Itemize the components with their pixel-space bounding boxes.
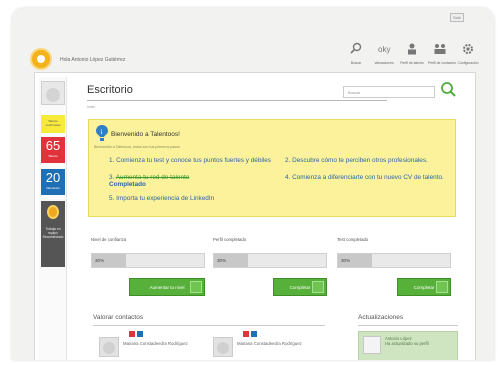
search-icon[interactable] — [440, 81, 456, 99]
step-3[interactable]: 3. Aumenta tu red de talento Completado — [109, 174, 277, 189]
main-nav: Buscar oky Valoraciones Perfil de talent… — [344, 42, 480, 65]
svg-text:i: i — [101, 128, 103, 136]
thumbs-up-icon: oky — [378, 45, 390, 54]
nav-search[interactable]: Buscar — [344, 42, 368, 65]
info-icon: i — [96, 125, 108, 141]
rate-blue-icon[interactable] — [137, 331, 143, 337]
contacts-divider — [93, 325, 325, 326]
progress-test: 30% — [337, 253, 451, 268]
stat-label-profile: Perfil completado — [213, 237, 247, 242]
talent-score-label: Talento — [48, 154, 58, 158]
title-divider — [87, 100, 387, 101]
progress-fill: 30% — [92, 254, 126, 267]
progress-profile: 30% — [213, 253, 327, 268]
increase-level-button[interactable]: Aumentar tu nivel — [129, 278, 205, 296]
complete-test-button[interactable]: Completar — [397, 278, 451, 296]
rate-red-icon[interactable] — [129, 331, 135, 337]
updates-title: Actualizaciones — [358, 314, 404, 321]
rate-red-icon[interactable] — [243, 331, 249, 337]
edit-icon — [436, 281, 448, 293]
contacts-title: Valorar contactos — [93, 314, 144, 321]
rating-value: 20 — [45, 170, 61, 185]
nav-perfil-contactos[interactable]: Perfil de contactos — [428, 42, 456, 65]
top-bar: Hola Antonio López Gutiérrez Buscar oky … — [12, 20, 494, 72]
progress-fill: 30% — [338, 254, 372, 267]
expand-icon — [190, 281, 202, 293]
contact-avatar — [213, 337, 233, 357]
rate-blue-icon[interactable] — [251, 331, 257, 337]
breadcrumb[interactable]: Inicio — [87, 105, 95, 109]
update-avatar — [363, 336, 381, 354]
svg-text:oky: oky — [378, 45, 390, 54]
talent-score-value: 65 — [45, 138, 61, 153]
update-message: Ha actualizado su perfil — [385, 341, 429, 347]
welcome-panel: i Bienvenido a Talentoos! Bienvenido a T… — [88, 119, 456, 217]
stat-label-test: Test completado — [337, 237, 369, 242]
gear-icon — [463, 44, 473, 54]
updates-divider — [358, 325, 458, 326]
badge-rating[interactable]: 20 Valoración — [41, 169, 65, 195]
step-5[interactable]: 5. Importa tu experiencia de LinkedIn — [109, 195, 359, 202]
profile-icon — [408, 43, 416, 55]
badge-teamwork[interactable]: Trabajo en equipo Recomendado — [41, 201, 65, 267]
update-text: Antonio López Ha actualizado su perfil — [385, 336, 429, 346]
badge-talent-confirmed[interactable]: Talento confirmado — [41, 115, 65, 133]
search-input[interactable]: Buscar — [343, 86, 435, 98]
page-title: Escritorio — [87, 84, 133, 96]
main-content: Escritorio Inicio Buscar i Bienvenido a … — [75, 73, 473, 360]
step-2[interactable]: 2. Descubre cómo te perciben otros profe… — [285, 157, 453, 164]
user-greeting: Hola Antonio López Gutiérrez — [60, 57, 126, 63]
progress-fill: 30% — [214, 254, 248, 267]
progress-confidence: 30% — [91, 253, 205, 268]
welcome-subtitle: Bienvenido a Talentoos, estos son tus pr… — [94, 145, 180, 149]
contact-card[interactable]: Mariana Constadeedra Rodríguez — [99, 331, 209, 360]
profile-sidebar: Talento confirmado 65 Talento 20 Valorac… — [39, 77, 67, 360]
nav-configuracion[interactable]: Configuración — [456, 42, 480, 65]
step-4[interactable]: 4. Comienza a diferenciarte con tu nuevo… — [285, 174, 453, 181]
step-1[interactable]: 1. Comienza tu test y conoce tus puntos … — [109, 157, 277, 164]
rating-label: Valoración — [46, 186, 60, 190]
teamwork-label: Trabajo en equipo Recomendado — [42, 227, 64, 239]
network-icon — [434, 44, 446, 54]
welcome-title: Bienvenido a Talentoos! — [111, 131, 180, 138]
app-logo[interactable] — [30, 48, 52, 70]
update-item[interactable]: Antonio López Ha actualizado su perfil — [358, 331, 458, 360]
search-icon — [350, 42, 362, 54]
stat-label-confidence: Nivel de confianza — [91, 237, 127, 242]
nav-valoraciones[interactable]: oky Valoraciones — [372, 42, 396, 65]
medal-icon — [47, 205, 59, 219]
step-3-status: Completado — [109, 181, 146, 189]
contact-name: Mariana Constadeedra Rodríguez — [123, 341, 188, 346]
contact-name: Mariana Constadeedra Rodríguez — [237, 341, 302, 346]
complete-profile-button[interactable]: Completar — [273, 278, 327, 296]
contact-avatar — [99, 337, 119, 357]
dashboard-panel: Talento confirmado 65 Talento 20 Valorac… — [34, 72, 476, 360]
app-window: Salir Hola Antonio López Gutiérrez Busca… — [12, 8, 494, 360]
nav-perfil-talento[interactable]: Perfil de talento — [400, 42, 424, 65]
contact-card[interactable]: Mariana Constadeedra Rodríguez — [213, 331, 323, 360]
avatar[interactable] — [41, 81, 65, 105]
badge-talent-score[interactable]: 65 Talento — [41, 137, 65, 163]
edit-icon — [312, 281, 324, 293]
